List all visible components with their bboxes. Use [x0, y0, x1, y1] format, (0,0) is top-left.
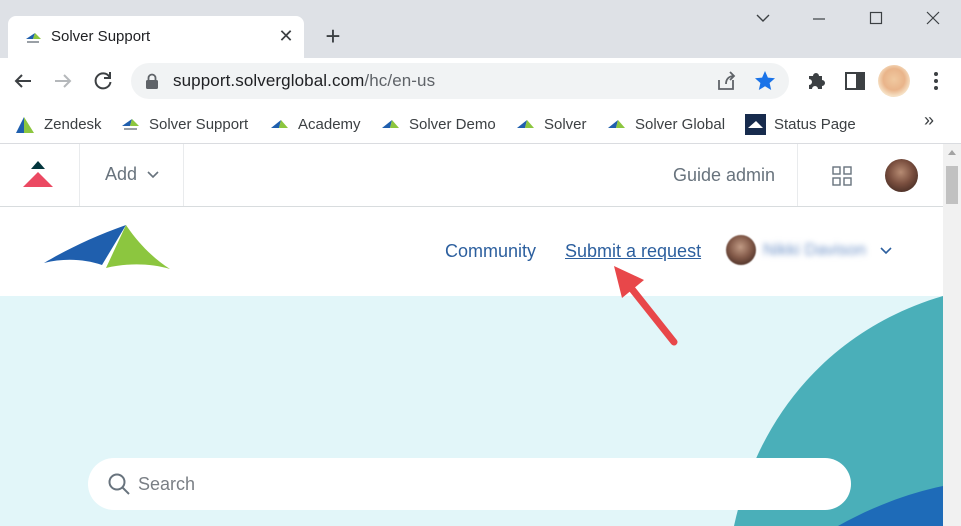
bookmark-label: Solver — [544, 115, 587, 133]
side-panel-icon[interactable] — [842, 68, 868, 94]
solver-icon — [271, 120, 288, 128]
user-avatar[interactable] — [726, 235, 756, 265]
reload-icon[interactable] — [88, 66, 118, 96]
bookmark-label: Academy — [298, 115, 361, 133]
menu-kebab-icon[interactable] — [923, 68, 949, 94]
solver-logo[interactable] — [42, 223, 172, 273]
bookmark-solver-global[interactable]: Solver Global — [607, 112, 725, 136]
bookmark-label: Zendesk — [44, 115, 102, 133]
forward-arrow-icon[interactable] — [48, 66, 78, 96]
community-link[interactable]: Community — [445, 241, 536, 262]
window-maximize-icon[interactable] — [853, 6, 899, 32]
extensions-puzzle-icon[interactable] — [803, 68, 829, 94]
bookmark-academy[interactable]: Academy — [270, 112, 361, 136]
guide-logo-icon — [23, 161, 53, 187]
new-tab-button[interactable]: + — [318, 22, 348, 52]
solver-icon — [382, 120, 399, 128]
tab-search-chevron-icon[interactable] — [740, 6, 786, 32]
bookmark-label: Solver Global — [635, 115, 726, 133]
add-menu-button[interactable]: Add — [80, 144, 184, 206]
user-name[interactable]: Nikki Davison — [763, 240, 866, 260]
back-arrow-icon[interactable] — [8, 66, 38, 96]
bookmark-solver[interactable]: Solver — [516, 112, 587, 136]
bookmark-status-page[interactable]: Status Page — [745, 112, 856, 136]
products-grid-icon[interactable] — [832, 166, 852, 186]
address-bar[interactable]: support.solverglobal.com/hc/en-us — [131, 63, 789, 99]
url-path: /hc/en-us — [364, 71, 436, 90]
window-close-icon[interactable] — [910, 6, 956, 32]
solver-icon — [517, 120, 534, 128]
window-minimize-icon[interactable] — [796, 6, 842, 32]
share-icon[interactable] — [715, 71, 737, 91]
annotation-arrow-icon — [614, 266, 678, 346]
solver-icon — [122, 119, 139, 130]
tab-title: Solver Support — [51, 28, 151, 45]
bookmark-zendesk[interactable]: Zendesk — [14, 112, 102, 136]
zendesk-admin-bar: Add Guide admin — [0, 144, 943, 207]
add-label: Add — [105, 164, 138, 184]
url-host: support.solverglobal.com — [173, 71, 365, 90]
chevron-down-icon[interactable] — [880, 247, 892, 255]
profile-avatar[interactable] — [878, 65, 910, 97]
search-box[interactable] — [88, 458, 851, 510]
tab-close-icon[interactable]: ✕ — [276, 24, 296, 48]
solver-favicon-icon — [26, 33, 41, 43]
browser-titlebar: Solver Support ✕ + — [0, 0, 961, 58]
browser-tab-solver-support[interactable]: Solver Support ✕ — [8, 16, 304, 58]
bookmarks-overflow-icon[interactable]: » — [924, 110, 934, 131]
admin-user-avatar[interactable] — [885, 159, 918, 192]
browser-toolbar: support.solverglobal.com/hc/en-us — [0, 58, 961, 104]
bookmark-label: Solver Support — [149, 115, 249, 133]
lock-icon — [146, 73, 158, 89]
divider — [797, 144, 798, 206]
bookmarks-bar: Zendesk Solver Support Academy Solver De… — [0, 104, 961, 144]
bookmark-solver-demo[interactable]: Solver Demo — [381, 112, 496, 136]
zendesk-icon — [16, 117, 34, 133]
guide-admin-link[interactable]: Guide admin — [673, 165, 775, 186]
scroll-thumb[interactable] — [946, 166, 958, 204]
url-text: support.solverglobal.com/hc/en-us — [173, 71, 435, 91]
search-input[interactable] — [138, 471, 818, 497]
chevron-down-icon — [147, 171, 159, 179]
zendesk-guide-logo[interactable] — [0, 144, 80, 206]
bookmark-solver-support[interactable]: Solver Support — [121, 112, 248, 136]
bookmark-label: Solver Demo — [409, 115, 496, 133]
solver-icon — [608, 120, 625, 128]
scroll-up-arrow-icon[interactable] — [948, 150, 956, 155]
bookmark-label: Status Page — [774, 115, 856, 133]
help-center-header: Community Submit a request Nikki Davison — [0, 207, 943, 296]
statuspage-icon — [745, 113, 766, 135]
page-scrollbar[interactable] — [943, 144, 961, 526]
submit-request-link[interactable]: Submit a request — [565, 241, 701, 262]
bookmark-star-icon[interactable] — [753, 69, 777, 93]
search-icon — [108, 473, 130, 495]
